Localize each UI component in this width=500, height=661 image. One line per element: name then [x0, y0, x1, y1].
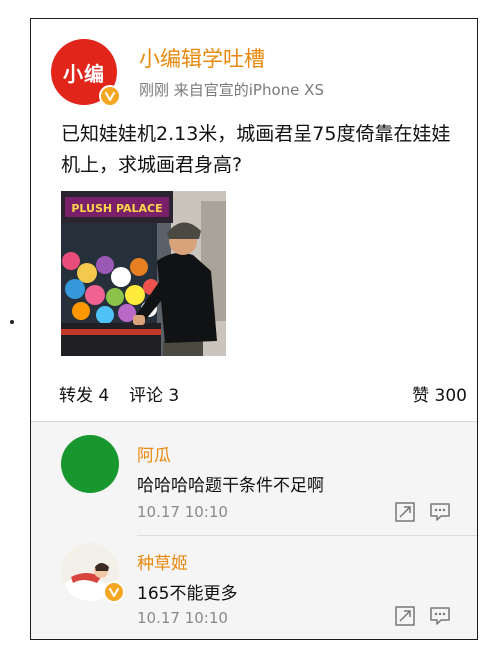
- photo-sign-text: PLUSH PALACE: [71, 202, 162, 215]
- reply-icon[interactable]: [429, 605, 451, 627]
- author-avatar-text: 小编: [63, 61, 105, 86]
- comment-text: 165不能更多: [137, 584, 238, 604]
- comment-author[interactable]: 阿瓜: [137, 441, 171, 466]
- post-photo[interactable]: PLUSH PALACE: [61, 191, 226, 356]
- post-text: 已知娃娃机2.13米，城画君呈75度倚靠在娃娃机上，求城画君身高?: [61, 123, 451, 176]
- repost-button[interactable]: 转发 4: [59, 381, 109, 406]
- reply-icon[interactable]: [429, 501, 451, 523]
- comment-text: 哈哈哈哈题干条件不足啊: [137, 476, 324, 496]
- left-margin-dot: [10, 320, 14, 324]
- comment-time: 10.17 10:10: [137, 503, 228, 521]
- comment-divider: [137, 535, 477, 536]
- share-icon[interactable]: [394, 501, 416, 523]
- share-icon[interactable]: [394, 605, 416, 627]
- comment-avatar[interactable]: [61, 435, 119, 493]
- post-actions: 转发 4 评论 3 赞 300: [59, 381, 467, 406]
- weibo-post-card: 小编 小编辑学吐槽 刚刚 来自官宣的iPhone XS 已知娃娃机2.13米，城…: [30, 18, 478, 640]
- comment-button[interactable]: 评论 3: [129, 381, 179, 406]
- verified-badge-icon: [99, 85, 121, 107]
- post-meta: 刚刚 来自官宣的iPhone XS: [139, 81, 324, 99]
- like-button[interactable]: 赞 300: [412, 381, 467, 406]
- comment-author[interactable]: 种草姬: [137, 549, 188, 574]
- author-name[interactable]: 小编辑学吐槽: [139, 43, 265, 73]
- verified-badge-icon: [103, 581, 125, 603]
- comment-time: 10.17 10:10: [137, 609, 228, 627]
